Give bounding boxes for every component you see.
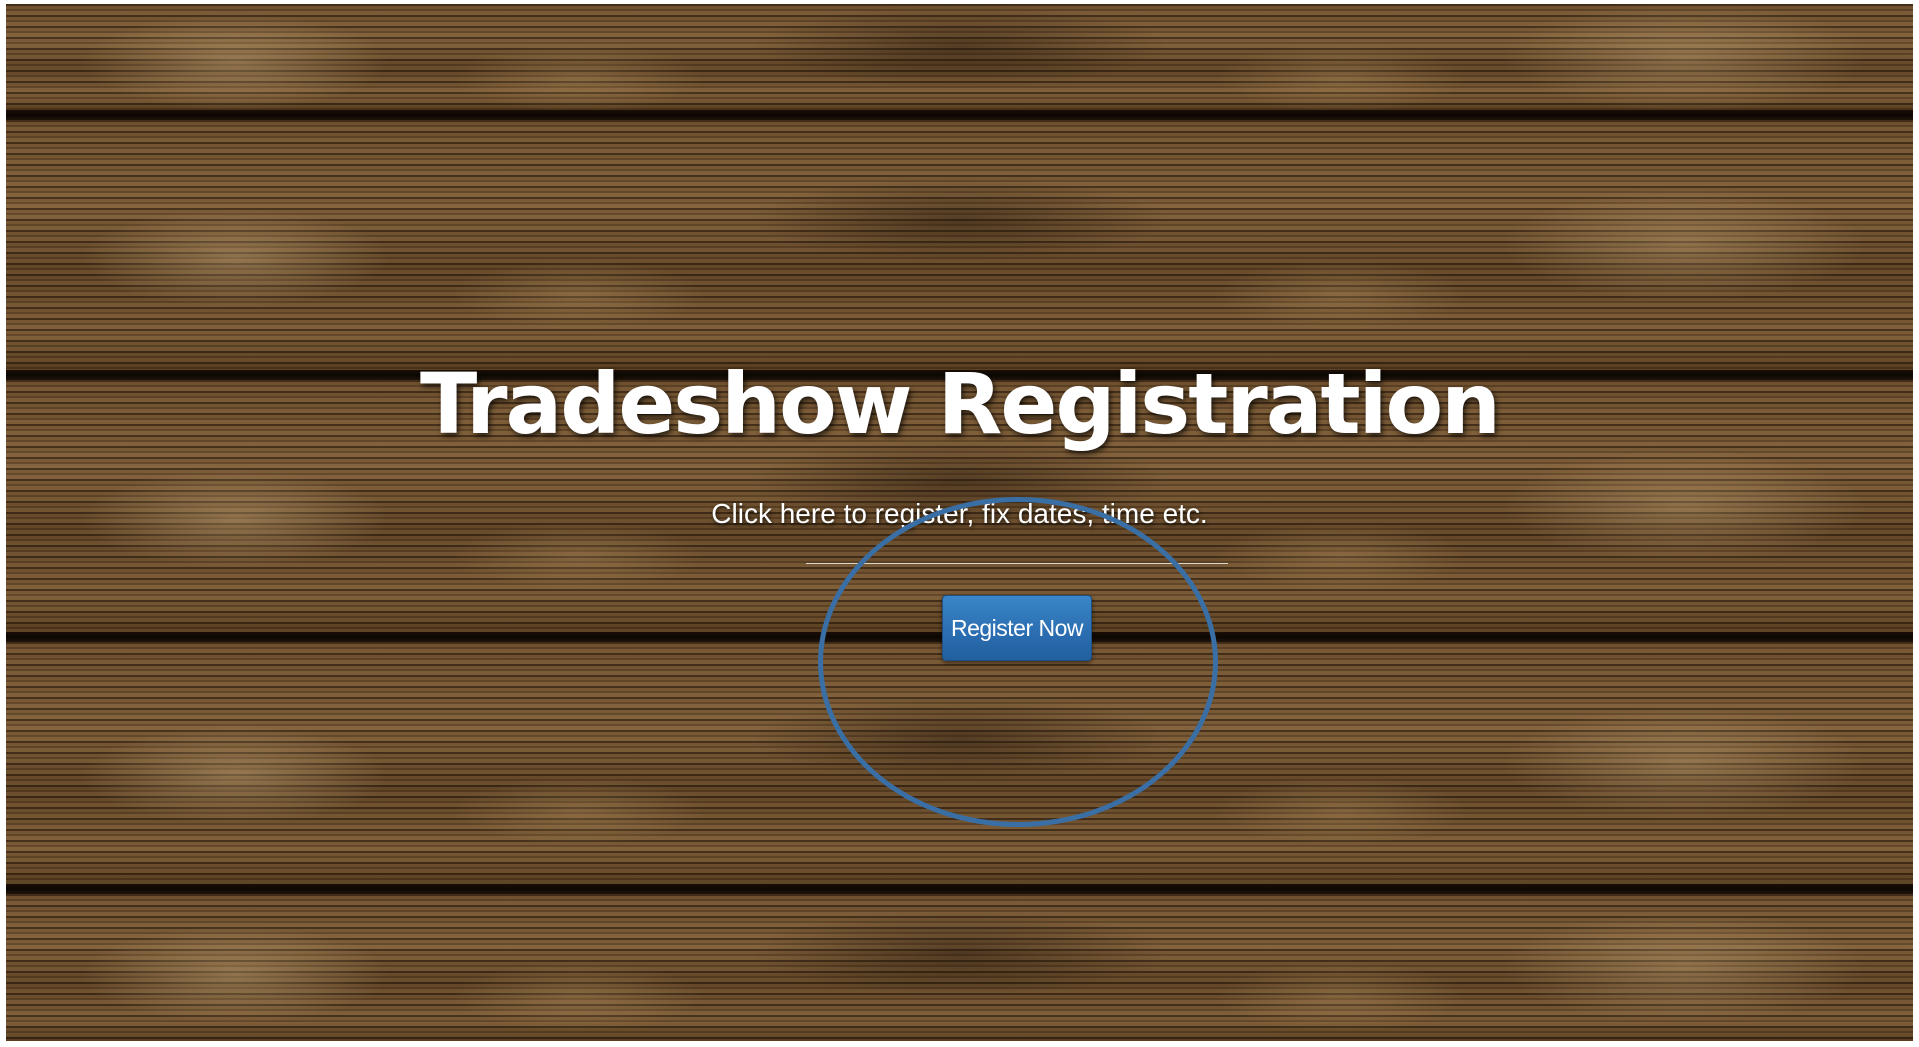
hero-section: Tradeshow Registration Click here to reg… — [0, 0, 1919, 1047]
page-title: Tradeshow Registration — [420, 355, 1501, 453]
page: Tradeshow Registration Click here to reg… — [0, 0, 1919, 1047]
highlight-circle-annotation — [818, 497, 1218, 827]
